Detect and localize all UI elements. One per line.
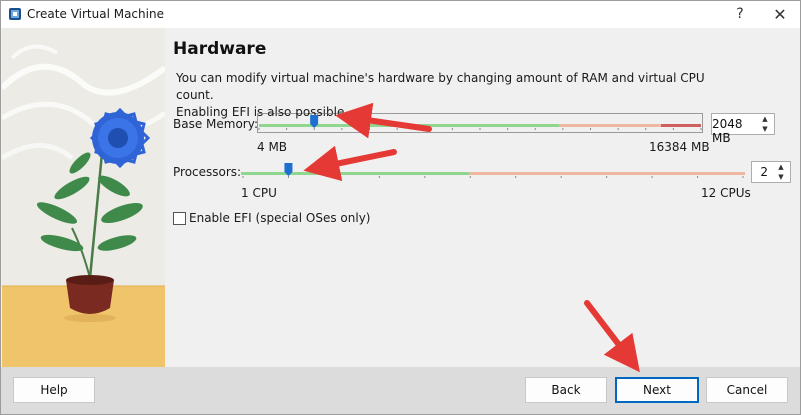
spin-up-icon[interactable]: ▲ [772,162,790,172]
help-button[interactable]: Help [13,377,95,403]
processors-min-label: 1 CPU [241,186,277,200]
processors-max-label: 12 CPUs [701,186,751,200]
processors-spin-arrows[interactable]: ▲ ▼ [772,162,790,182]
processors-spinbox[interactable]: 2 ▲ ▼ [751,161,791,183]
create-vm-dialog: Create Virtual Machine ? ✕ Hardware You … [0,0,801,415]
description-line-1: You can modify virtual machine's hardwar… [176,71,705,102]
memory-max-label: 16384 MB [649,140,710,154]
cancel-button[interactable]: Cancel [706,377,788,403]
processors-slider[interactable] [241,161,747,181]
processors-label: Processors: [173,165,242,179]
back-button[interactable]: Back [525,377,607,403]
processors-value: 2 [760,165,768,179]
title-bar: Create Virtual Machine ? ✕ [1,1,800,28]
memory-min-label: 4 MB [257,140,288,154]
virtualbox-icon [9,8,21,20]
base-memory-spinbox[interactable]: 2048 MB ▲ ▼ [711,113,775,145]
next-button[interactable]: Next [615,377,699,403]
wizard-illustration [2,28,165,367]
window-title: Create Virtual Machine [27,7,164,21]
close-icon[interactable]: ✕ [760,1,800,28]
page-title: Hardware [173,39,267,59]
spin-down-icon[interactable]: ▼ [756,124,774,134]
help-icon[interactable]: ? [720,1,760,28]
wizard-content: Hardware You can modify virtual machine'… [165,28,800,367]
spin-up-icon[interactable]: ▲ [756,114,774,124]
base-memory-value: 2048 MB [712,117,743,145]
flower-pot-illustration [2,28,165,367]
spin-down-icon[interactable]: ▼ [772,172,790,182]
base-memory-label: Base Memory: [173,117,259,131]
button-bar: Help Back Next Cancel [1,367,800,414]
enable-efi-checkbox[interactable] [173,212,186,225]
enable-efi-label[interactable]: Enable EFI (special OSes only) [189,211,370,225]
base-memory-spin-arrows[interactable]: ▲ ▼ [756,114,774,134]
base-memory-slider[interactable] [257,113,703,133]
